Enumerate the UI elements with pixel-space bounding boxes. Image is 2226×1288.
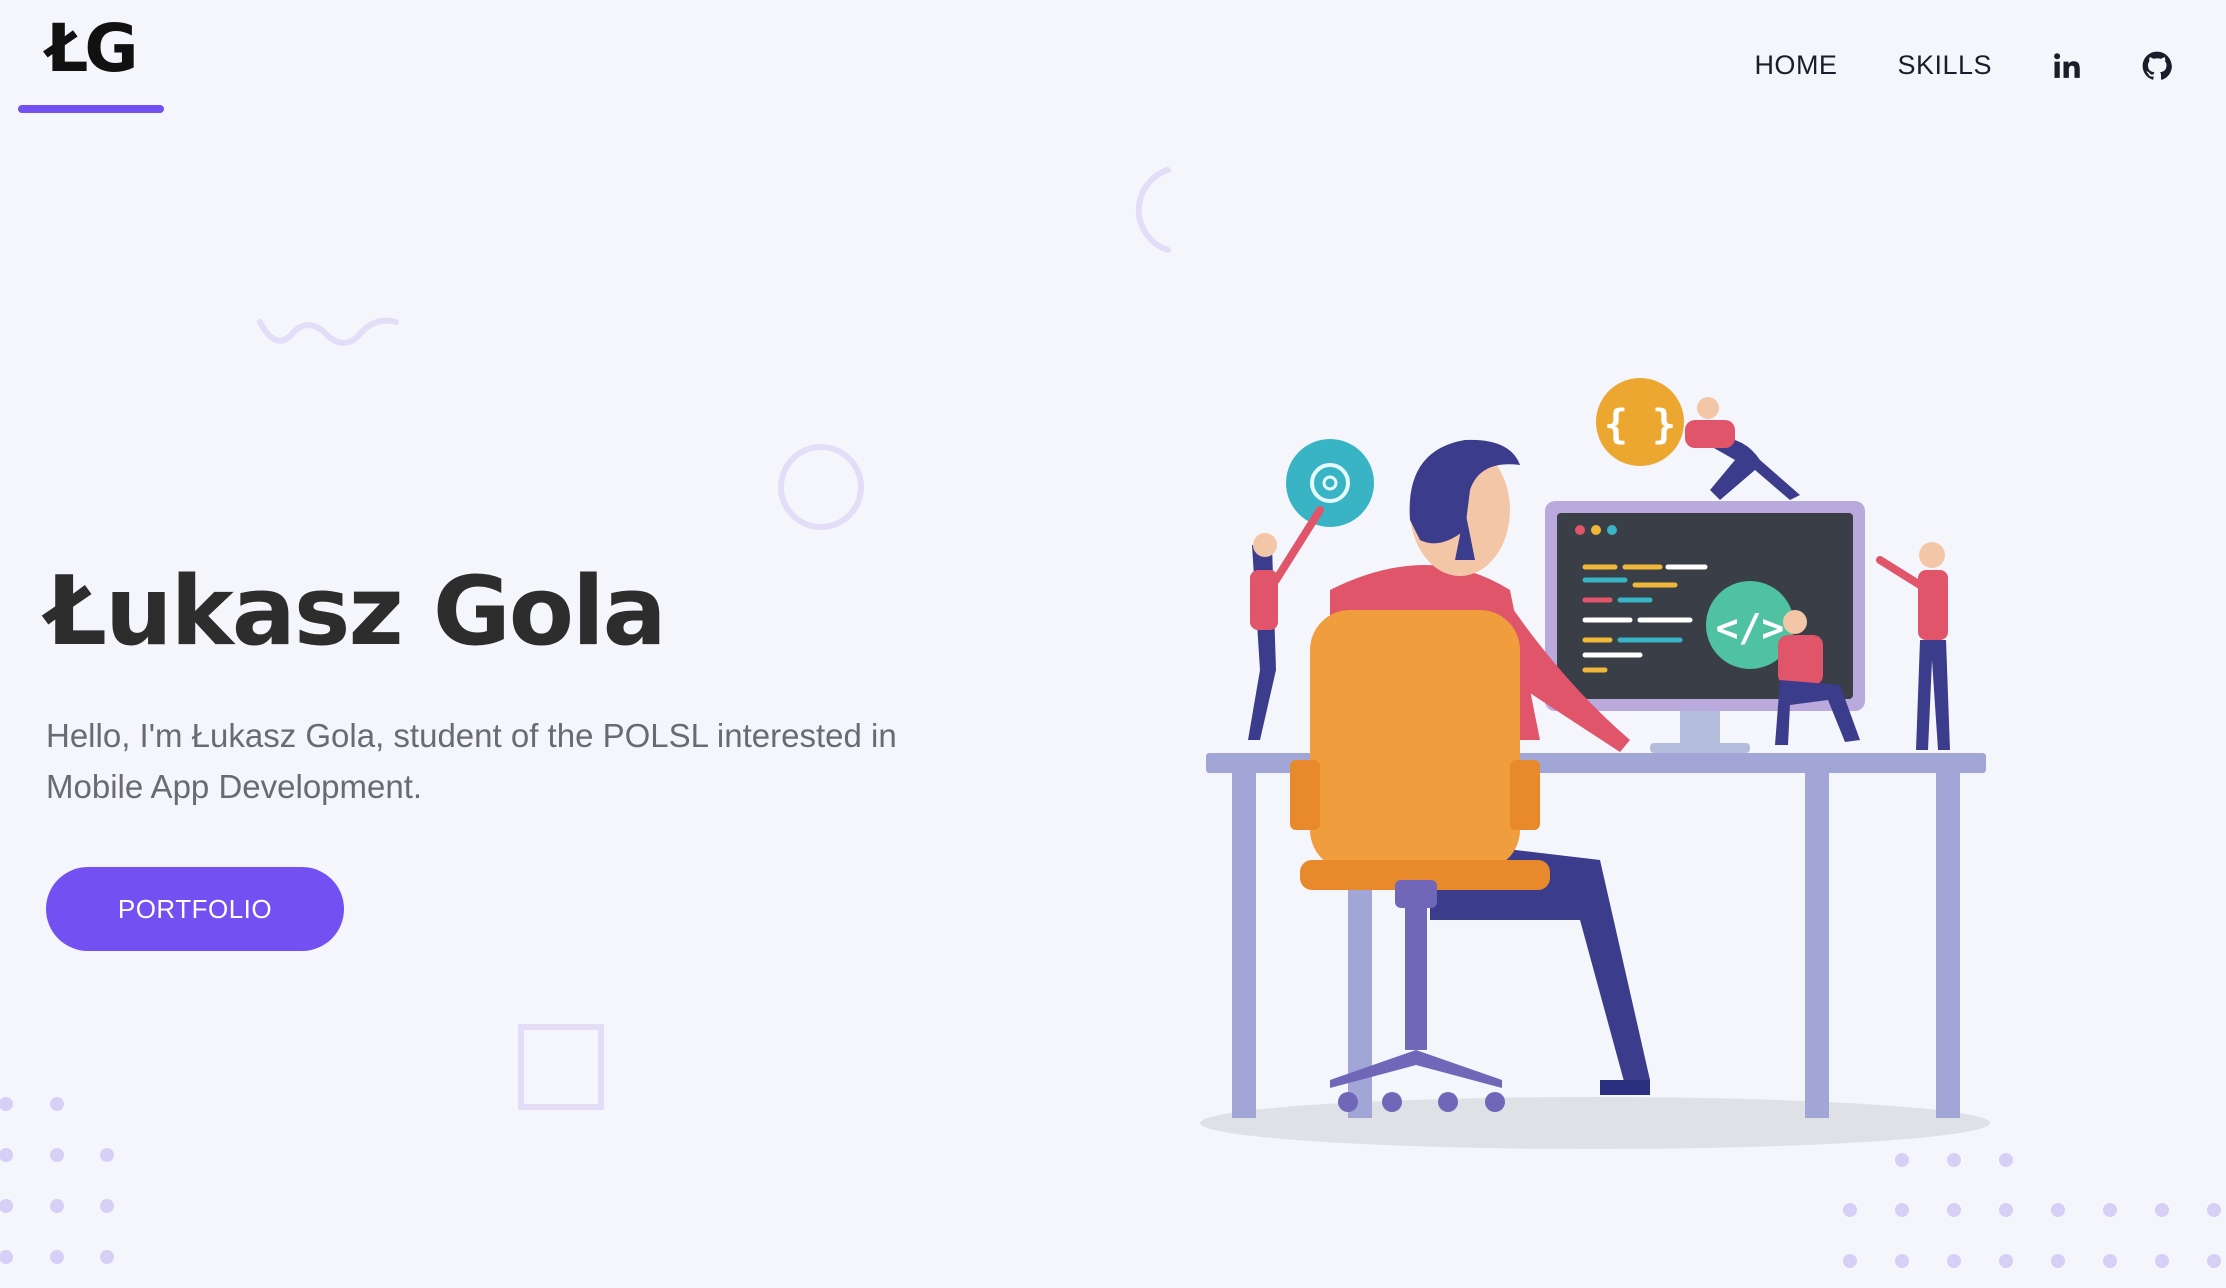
logo-underline (18, 105, 164, 113)
nav-skills-link[interactable]: SKILLS (1897, 50, 1992, 81)
square-decoration (518, 1024, 604, 1110)
circle-decoration (778, 444, 864, 530)
nav-home-link[interactable]: HOME (1754, 50, 1837, 81)
top-nav: HOME SKILLS (1694, 50, 2172, 81)
hero-title: Łukasz Gola (46, 557, 667, 667)
dot-grid-right (1843, 1153, 2221, 1268)
wave-decoration (257, 317, 399, 346)
svg-text:{ }: { } (1604, 402, 1676, 448)
github-icon[interactable] (2142, 51, 2172, 81)
developer-illustration: </> { } (1200, 378, 1990, 1149)
hero-subtitle: Hello, I'm Łukasz Gola, student of the P… (46, 717, 897, 805)
svg-text:</>: </> (1716, 606, 1785, 650)
dot-grid-left (0, 1097, 114, 1264)
logo[interactable]: ŁG (46, 16, 139, 82)
linkedin-icon[interactable] (2052, 51, 2082, 81)
portfolio-button[interactable]: PORTFOLIO (46, 867, 344, 951)
arc-decoration (1135, 167, 1171, 253)
